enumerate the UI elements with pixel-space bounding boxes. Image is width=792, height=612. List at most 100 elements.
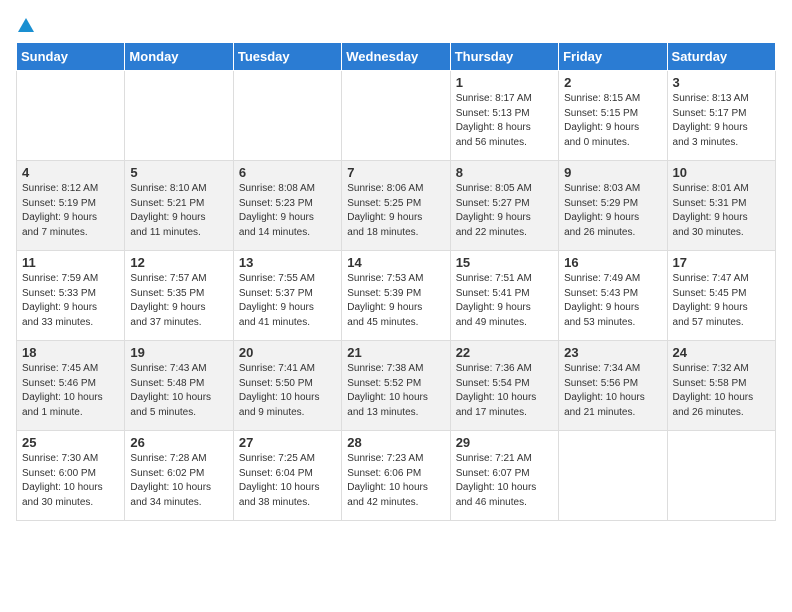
- calendar-cell: 23Sunrise: 7:34 AM Sunset: 5:56 PM Dayli…: [559, 341, 667, 431]
- day-detail: Sunrise: 7:59 AM Sunset: 5:33 PM Dayligh…: [22, 272, 119, 330]
- day-detail: Sunrise: 8:05 AM Sunset: 5:27 PM Dayligh…: [456, 182, 553, 240]
- day-detail: Sunrise: 8:17 AM Sunset: 5:13 PM Dayligh…: [456, 92, 553, 150]
- day-detail: Sunrise: 8:08 AM Sunset: 5:23 PM Dayligh…: [239, 182, 336, 240]
- weekday-header-friday: Friday: [559, 43, 667, 71]
- day-number: 27: [239, 435, 336, 450]
- day-number: 7: [347, 165, 444, 180]
- day-detail: Sunrise: 7:36 AM Sunset: 5:54 PM Dayligh…: [456, 362, 553, 420]
- day-detail: Sunrise: 8:06 AM Sunset: 5:25 PM Dayligh…: [347, 182, 444, 240]
- day-number: 19: [130, 345, 227, 360]
- page-header: [16, 16, 776, 34]
- day-number: 29: [456, 435, 553, 450]
- calendar-cell: 18 Sunrise: 7:45 AM Sunset: 5:46 PM Dayli…: [17, 341, 125, 431]
- calendar-cell: 15 Sunrise: 7:51 AM Sunset: 5:41 PM Dayli…: [450, 251, 558, 341]
- calendar-cell: [667, 431, 775, 521]
- day-number: 5: [130, 165, 227, 180]
- weekday-header-wednesday: Wednesday: [342, 43, 450, 71]
- calendar-cell: 1 Sunrise: 8:17 AM Sunset: 5:13 PM Daylig…: [450, 71, 558, 161]
- calendar-cell: 19 Sunrise: 7:43 AM Sunset: 5:48 PM Dayli…: [125, 341, 233, 431]
- day-detail: Sunrise: 8:12 AM Sunset: 5:19 PM Dayligh…: [22, 182, 119, 240]
- day-detail: Sunrise: 7:23 AM Sunset: 6:06 PM Dayligh…: [347, 452, 444, 510]
- day-detail: Sunrise: 7:21 AM Sunset: 6:07 PM Dayligh…: [456, 452, 553, 510]
- calendar-cell: [17, 71, 125, 161]
- calendar-table: SundayMondayTuesdayWednesdayThursdayFrid…: [16, 42, 776, 521]
- day-number: 1: [456, 75, 553, 90]
- day-detail: Sunrise: 8:13 AM Sunset: 5:17 PM Dayligh…: [673, 92, 770, 150]
- day-detail: Sunrise: 8:03 AM Sunset: 5:29 PM Dayligh…: [564, 182, 661, 240]
- day-number: 11: [22, 255, 119, 270]
- calendar-cell: 8 Sunrise: 8:05 AM Sunset: 5:27 PM Daylig…: [450, 161, 558, 251]
- day-number: 18: [22, 345, 119, 360]
- day-detail: Sunrise: 7:47 AM Sunset: 5:45 PM Dayligh…: [673, 272, 770, 330]
- day-detail: Sunrise: 7:45 AM Sunset: 5:46 PM Dayligh…: [22, 362, 119, 420]
- calendar-cell: 12 Sunrise: 7:57 AM Sunset: 5:35 PM Dayli…: [125, 251, 233, 341]
- calendar-cell: 3Sunrise: 8:13 AM Sunset: 5:17 PM Daylig…: [667, 71, 775, 161]
- day-detail: Sunrise: 7:41 AM Sunset: 5:50 PM Dayligh…: [239, 362, 336, 420]
- day-number: 22: [456, 345, 553, 360]
- day-detail: Sunrise: 8:10 AM Sunset: 5:21 PM Dayligh…: [130, 182, 227, 240]
- day-detail: Sunrise: 7:51 AM Sunset: 5:41 PM Dayligh…: [456, 272, 553, 330]
- day-number: 15: [456, 255, 553, 270]
- day-number: 25: [22, 435, 119, 450]
- weekday-header-saturday: Saturday: [667, 43, 775, 71]
- calendar-cell: 21Sunrise: 7:38 AM Sunset: 5:52 PM Dayli…: [342, 341, 450, 431]
- calendar-cell: 16 Sunrise: 7:49 AM Sunset: 5:43 PM Dayli…: [559, 251, 667, 341]
- weekday-header-monday: Monday: [125, 43, 233, 71]
- day-detail: Sunrise: 7:30 AM Sunset: 6:00 PM Dayligh…: [22, 452, 119, 510]
- day-number: 2: [564, 75, 661, 90]
- calendar-cell: 11 Sunrise: 7:59 AM Sunset: 5:33 PM Dayli…: [17, 251, 125, 341]
- calendar-cell: 29 Sunrise: 7:21 AM Sunset: 6:07 PM Dayli…: [450, 431, 558, 521]
- day-number: 9: [564, 165, 661, 180]
- day-detail: Sunrise: 7:49 AM Sunset: 5:43 PM Dayligh…: [564, 272, 661, 330]
- day-detail: Sunrise: 7:53 AM Sunset: 5:39 PM Dayligh…: [347, 272, 444, 330]
- calendar-cell: 2 Sunrise: 8:15 AM Sunset: 5:15 PM Daylig…: [559, 71, 667, 161]
- weekday-header-sunday: Sunday: [17, 43, 125, 71]
- day-number: 26: [130, 435, 227, 450]
- day-number: 20: [239, 345, 336, 360]
- calendar-cell: 6 Sunrise: 8:08 AM Sunset: 5:23 PM Daylig…: [233, 161, 341, 251]
- day-number: 28: [347, 435, 444, 450]
- weekday-header-thursday: Thursday: [450, 43, 558, 71]
- calendar-cell: 20 Sunrise: 7:41 AM Sunset: 5:50 PM Dayli…: [233, 341, 341, 431]
- calendar-cell: 17 Sunrise: 7:47 AM Sunset: 5:45 PM Dayli…: [667, 251, 775, 341]
- day-number: 8: [456, 165, 553, 180]
- day-detail: Sunrise: 7:28 AM Sunset: 6:02 PM Dayligh…: [130, 452, 227, 510]
- day-number: 6: [239, 165, 336, 180]
- logo: [16, 16, 36, 34]
- logo-icon: [17, 16, 35, 34]
- day-number: 13: [239, 255, 336, 270]
- day-number: 16: [564, 255, 661, 270]
- day-number: 14: [347, 255, 444, 270]
- calendar-cell: 26 Sunrise: 7:28 AM Sunset: 6:02 PM Dayli…: [125, 431, 233, 521]
- day-detail: Sunrise: 7:38 AM Sunset: 5:52 PM Dayligh…: [347, 362, 444, 420]
- calendar-cell: 24 Sunrise: 7:32 AM Sunset: 5:58 PM Dayli…: [667, 341, 775, 431]
- calendar-cell: [342, 71, 450, 161]
- day-detail: Sunrise: 7:34 AM Sunset: 5:56 PM Dayligh…: [564, 362, 661, 420]
- calendar-cell: 28 Sunrise: 7:23 AM Sunset: 6:06 PM Dayli…: [342, 431, 450, 521]
- day-detail: Sunrise: 8:01 AM Sunset: 5:31 PM Dayligh…: [673, 182, 770, 240]
- calendar-cell: 10 Sunrise: 8:01 AM Sunset: 5:31 PM Dayli…: [667, 161, 775, 251]
- day-detail: Sunrise: 7:43 AM Sunset: 5:48 PM Dayligh…: [130, 362, 227, 420]
- calendar-cell: 5 Sunrise: 8:10 AM Sunset: 5:21 PM Daylig…: [125, 161, 233, 251]
- day-detail: Sunrise: 8:15 AM Sunset: 5:15 PM Dayligh…: [564, 92, 661, 150]
- calendar-cell: 4 Sunrise: 8:12 AM Sunset: 5:19 PM Daylig…: [17, 161, 125, 251]
- calendar-cell: 7 Sunrise: 8:06 AM Sunset: 5:25 PM Daylig…: [342, 161, 450, 251]
- calendar-cell: 27 Sunrise: 7:25 AM Sunset: 6:04 PM Dayli…: [233, 431, 341, 521]
- day-detail: Sunrise: 7:57 AM Sunset: 5:35 PM Dayligh…: [130, 272, 227, 330]
- calendar-cell: 9 Sunrise: 8:03 AM Sunset: 5:29 PM Daylig…: [559, 161, 667, 251]
- day-number: 17: [673, 255, 770, 270]
- calendar-cell: [125, 71, 233, 161]
- calendar-cell: [559, 431, 667, 521]
- day-number: 10: [673, 165, 770, 180]
- day-detail: Sunrise: 7:55 AM Sunset: 5:37 PM Dayligh…: [239, 272, 336, 330]
- day-number: 12: [130, 255, 227, 270]
- day-number: 4: [22, 165, 119, 180]
- weekday-header-tuesday: Tuesday: [233, 43, 341, 71]
- day-detail: Sunrise: 7:25 AM Sunset: 6:04 PM Dayligh…: [239, 452, 336, 510]
- day-number: 24: [673, 345, 770, 360]
- calendar-cell: 13 Sunrise: 7:55 AM Sunset: 5:37 PM Dayli…: [233, 251, 341, 341]
- calendar-cell: 14 Sunrise: 7:53 AM Sunset: 5:39 PM Dayli…: [342, 251, 450, 341]
- calendar-cell: [233, 71, 341, 161]
- day-detail: Sunrise: 7:32 AM Sunset: 5:58 PM Dayligh…: [673, 362, 770, 420]
- calendar-cell: 22 Sunrise: 7:36 AM Sunset: 5:54 PM Dayli…: [450, 341, 558, 431]
